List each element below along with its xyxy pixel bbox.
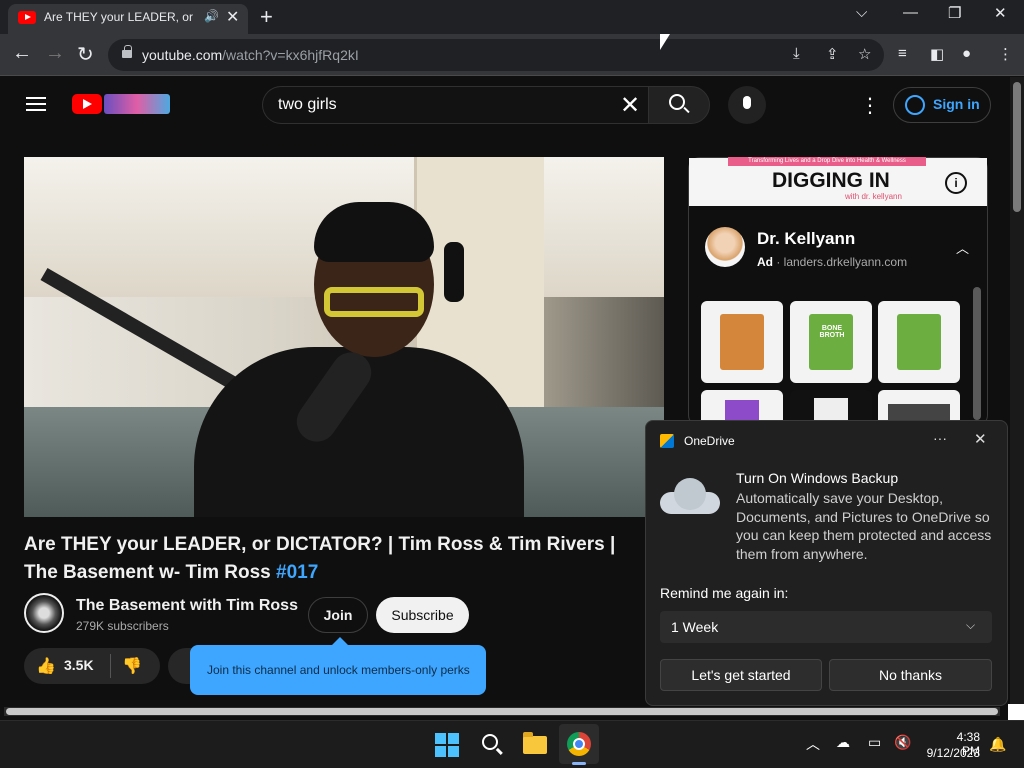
ad-domain-text: landers.drkellyann.com	[783, 255, 908, 269]
youtube-favicon-icon	[18, 11, 36, 24]
active-app-indicator	[572, 762, 586, 765]
back-arrow-icon[interactable]: ←	[12, 42, 32, 65]
share-icon[interactable]: ⇪	[826, 45, 839, 63]
video-hashtag-link[interactable]: #017	[276, 562, 318, 583]
video-frame-glasses	[324, 287, 424, 317]
ad-product-card[interactable]	[701, 301, 783, 383]
advertiser-name[interactable]: Dr. Kellyann	[757, 229, 855, 249]
notification-title: Turn On Windows Backup	[736, 470, 899, 486]
tab-search-chevron-icon[interactable]: ⌵	[856, 4, 867, 21]
maximize-button[interactable]: ❐	[948, 4, 961, 22]
youtube-logo-icon[interactable]	[72, 94, 102, 114]
notification-body: Automatically save your Desktop, Documen…	[736, 490, 992, 562]
settings-more-icon[interactable]: ⋮	[860, 93, 880, 118]
sign-in-label[interactable]: Sign in	[933, 96, 980, 112]
bookmark-star-icon[interactable]: ☆	[858, 45, 871, 63]
no-thanks-button[interactable]: No thanks	[829, 659, 992, 691]
ad-headline: DIGGING IN	[772, 169, 890, 192]
ad-domain: Ad · landers.drkellyann.com	[757, 255, 908, 269]
windows-start-icon[interactable]	[435, 733, 459, 757]
join-button[interactable]: Join	[308, 597, 368, 633]
remind-select-value[interactable]: 1 Week	[671, 619, 718, 635]
video-frame-hair	[314, 202, 434, 262]
microphone-icon[interactable]	[743, 96, 751, 109]
ad-tagline: Transforming Lives and a Drop Dive into …	[728, 157, 926, 166]
tab-audio-icon[interactable]: 🔊	[204, 9, 219, 23]
ad-product-card[interactable]	[878, 390, 960, 424]
ad-product-card[interactable]	[790, 390, 872, 424]
subscribe-button[interactable]: Subscribe	[376, 597, 469, 633]
reload-icon[interactable]: ↻	[77, 42, 94, 67]
install-app-icon[interactable]: ⤓	[793, 45, 800, 62]
subscriber-count: 279K subscribers	[76, 619, 169, 633]
hamburger-menu-icon[interactable]	[26, 97, 46, 111]
show-hidden-icons-chevron-icon[interactable]: ︿	[806, 734, 820, 754]
horizontal-scrollbar-thumb[interactable]	[6, 708, 998, 715]
youtube-doodle-logo[interactable]	[104, 94, 170, 114]
chrome-icon[interactable]	[567, 732, 591, 756]
dislike-thumb-icon[interactable]: 👎	[122, 656, 142, 676]
like-count[interactable]: 3.5K	[64, 657, 94, 673]
close-icon[interactable]: ✕	[974, 430, 987, 448]
advertiser-avatar[interactable]	[705, 227, 745, 267]
lock-icon[interactable]	[122, 45, 132, 58]
volume-muted-icon[interactable]: 🔇	[894, 734, 911, 751]
url-text[interactable]: youtube.com/watch?v=kx6hjfRq2kI	[142, 47, 359, 63]
like-thumb-icon[interactable]: 👍	[36, 656, 56, 676]
clock-date[interactable]: 9/12/2023	[918, 746, 980, 760]
file-explorer-icon[interactable]	[523, 732, 547, 754]
more-options-icon[interactable]: ···	[933, 430, 947, 446]
url-path: /watch?v=kx6hjfRq2kI	[222, 47, 359, 63]
taskbar-search-icon[interactable]	[482, 734, 498, 750]
remind-label: Remind me again in:	[660, 585, 789, 601]
chevron-down-icon[interactable]: ⌵	[966, 618, 975, 633]
notification-bell-icon[interactable]: 🔔	[989, 736, 1006, 753]
get-started-button[interactable]: Let's get started	[660, 659, 822, 691]
network-icon[interactable]: ▭	[868, 734, 881, 751]
search-icon[interactable]	[669, 94, 685, 110]
media-control-icon[interactable]: ≡	[898, 45, 907, 62]
video-title-text: Are THEY your LEADER, or DICTATOR? | Tim…	[24, 534, 616, 583]
channel-name[interactable]: The Basement with Tim Ross	[76, 597, 298, 615]
ad-info-icon[interactable]: i	[945, 172, 967, 194]
ad-subhead: with dr. kellyann	[845, 192, 902, 201]
cloud-icon	[660, 478, 720, 514]
ad-product-label: BONE BROTH	[819, 325, 845, 339]
video-frame-headphones	[444, 242, 464, 302]
search-query-text[interactable]: two girls	[278, 96, 337, 114]
ad-product-card[interactable]	[878, 301, 960, 383]
profile-icon[interactable]: ●	[962, 45, 971, 62]
window-close-button[interactable]: ✕	[994, 4, 1007, 22]
account-icon[interactable]	[905, 95, 925, 115]
forward-arrow-icon[interactable]: →	[45, 42, 65, 65]
url-domain: youtube.com	[142, 47, 223, 63]
side-panel-icon[interactable]: ◧	[930, 45, 944, 63]
onedrive-logo-icon	[660, 434, 674, 448]
onedrive-tray-icon[interactable]: ☁	[836, 734, 850, 751]
tab-close-icon[interactable]: ✕	[226, 7, 239, 27]
video-title: Are THEY your LEADER, or DICTATOR? | Tim…	[24, 531, 644, 587]
vertical-scrollbar-thumb[interactable]	[1013, 82, 1021, 212]
channel-avatar[interactable]	[24, 593, 64, 633]
like-divider	[110, 654, 111, 678]
new-tab-button[interactable]: +	[260, 4, 273, 30]
clear-search-icon[interactable]: ✕	[620, 91, 640, 120]
mouse-cursor-icon	[660, 34, 670, 62]
chevron-up-icon[interactable]: ︿	[956, 238, 969, 257]
ad-product-card[interactable]: BONE BROTH	[790, 301, 872, 383]
scrollbar-corner	[1008, 704, 1024, 720]
ad-product-card[interactable]	[701, 390, 783, 424]
video-player[interactable]	[24, 157, 664, 517]
browser-menu-icon[interactable]: ⋮	[998, 45, 1013, 63]
ad-badge: Ad	[757, 255, 773, 269]
tab-title: Are THEY your LEADER, or DICTATOR? | Tim…	[44, 10, 194, 24]
notification-app-name: OneDrive	[684, 434, 735, 448]
minimize-button[interactable]: —	[903, 4, 918, 21]
ad-scrollbar[interactable]	[973, 287, 981, 420]
join-tooltip-text: Join this channel and unlock members-onl…	[207, 663, 470, 677]
